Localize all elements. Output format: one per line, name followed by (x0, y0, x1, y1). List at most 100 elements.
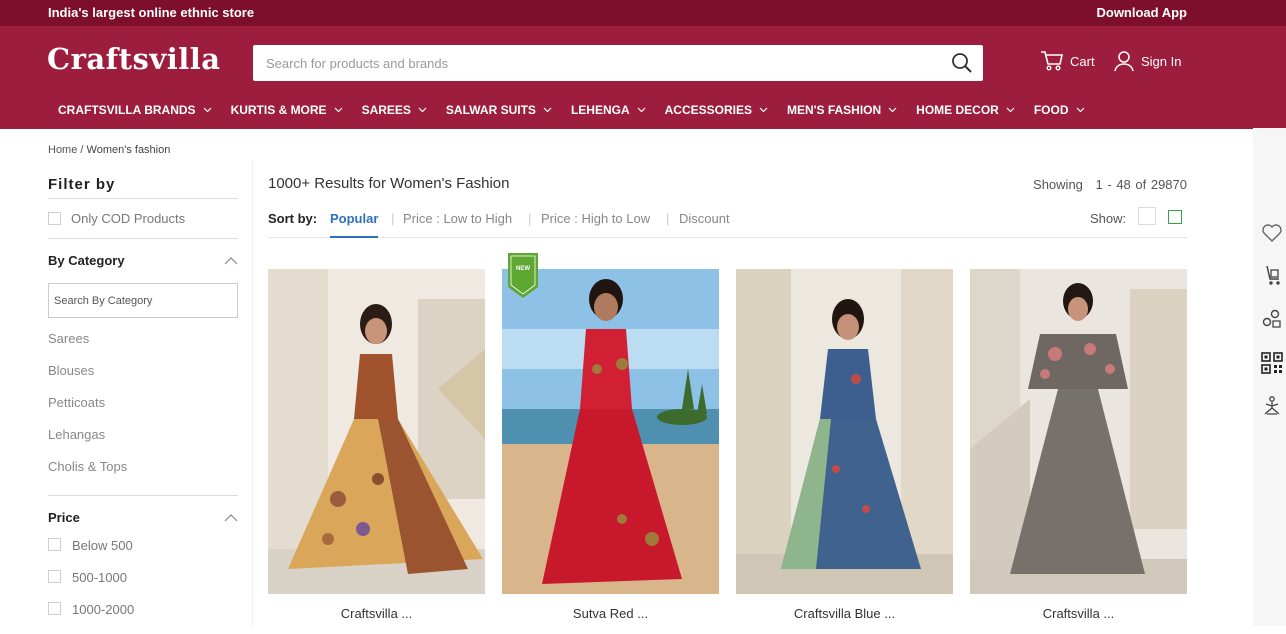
results-count: 1000+ Results for (268, 175, 386, 192)
divider (48, 495, 238, 496)
yoga-icon[interactable] (1261, 395, 1283, 417)
chevron-down-icon (637, 107, 646, 113)
chevron-down-icon (334, 107, 342, 113)
category-item[interactable]: Petticoats (48, 394, 238, 426)
cart-label: Cart (1070, 53, 1095, 69)
heart-icon[interactable] (1261, 222, 1283, 244)
product-image[interactable] (268, 269, 485, 594)
cart-trolley-icon[interactable] (1261, 264, 1283, 286)
nav-home-decor[interactable]: HOME DECOR (916, 103, 1015, 117)
user-icon (1114, 51, 1134, 72)
main-nav: CRAFTSVILLA BRANDS KURTIS & MORE SAREES … (58, 103, 1104, 117)
filter-sidebar: Filter by Only COD Products By Category … (48, 176, 238, 634)
category-search-input[interactable] (48, 283, 238, 318)
product-name[interactable]: Craftsvilla Blue ... (736, 606, 953, 621)
top-bar: India's largest online ethnic store Down… (0, 0, 1286, 26)
product-name[interactable]: Sutva Red ... (502, 606, 719, 621)
breadcrumb-home[interactable]: Home (48, 144, 77, 156)
category-item[interactable]: Lehangas (48, 426, 238, 458)
search-input[interactable] (253, 45, 913, 81)
category-item[interactable]: Blouses (48, 362, 238, 394)
product-name[interactable]: Craftsvilla ... (268, 606, 485, 621)
category-title: By Category (48, 253, 125, 268)
price-checkbox[interactable] (48, 602, 61, 615)
grid-view-large-toggle[interactable] (1138, 207, 1156, 225)
sort-separator: | (528, 211, 532, 226)
nav-sarees[interactable]: SAREES (362, 103, 427, 117)
sort-label: Sort by: (268, 211, 318, 226)
category-item[interactable]: Sarees (48, 330, 238, 362)
download-app-link[interactable]: Download App (1096, 5, 1187, 20)
logo[interactable]: Craftsvilla (47, 42, 221, 76)
cart-button[interactable]: Cart (1040, 50, 1095, 72)
price-checkbox[interactable] (48, 538, 61, 551)
product-photo-orange-gown (268, 269, 485, 594)
chevron-down-icon (1006, 107, 1015, 113)
search-bar (253, 45, 983, 81)
sort-bar: Sort by: Popular | Price : Low to High |… (268, 211, 1187, 238)
price-checkbox[interactable] (48, 570, 61, 583)
category-section-header[interactable]: By Category (48, 253, 238, 268)
cod-filter[interactable]: Only COD Products (48, 211, 238, 226)
nav-kurtis-more[interactable]: KURTIS & MORE (231, 103, 343, 117)
cod-checkbox[interactable] (48, 212, 61, 225)
price-title: Price (48, 510, 80, 525)
grid-view-small-toggle[interactable] (1168, 210, 1182, 224)
product-photo-red-gown (502, 269, 719, 594)
nav-lehenga[interactable]: LEHENGA (571, 103, 646, 117)
divider (48, 238, 238, 239)
sort-price-low-high[interactable]: Price : Low to High (403, 211, 512, 226)
nav-food[interactable]: FOOD (1034, 103, 1085, 117)
nav-salwar-suits[interactable]: SALWAR SUITS (446, 103, 552, 117)
price-section-header[interactable]: Price (48, 510, 238, 525)
chevron-up-icon[interactable] (224, 513, 238, 522)
category-list: Sarees Blouses Petticoats Lehangas Choli… (48, 330, 238, 490)
new-badge-label: NEW (516, 266, 530, 272)
nav-mens-fashion[interactable]: MEN'S FASHION (787, 103, 897, 117)
results-query: Women's Fashion (390, 175, 510, 192)
sort-separator: | (666, 211, 670, 226)
sign-in-label: Sign In (1141, 53, 1182, 69)
chevron-down-icon (759, 107, 768, 113)
filter-title: Filter by (48, 176, 116, 193)
price-label: 500-1000 (72, 570, 127, 585)
product-image[interactable] (970, 269, 1187, 594)
price-label: Below 500 (72, 538, 133, 553)
product-image[interactable] (736, 269, 953, 594)
search-icon[interactable] (951, 52, 973, 74)
price-filter[interactable]: 500-1000 (48, 570, 238, 602)
product-photo-blue-gown (736, 269, 953, 594)
showing-range: Showing 1 - 48 of 29870 (1033, 177, 1187, 192)
product-image[interactable] (502, 269, 719, 594)
chevron-down-icon (1076, 107, 1084, 113)
results-heading: 1000+ Results for Women's Fashion (268, 175, 509, 192)
sidebar-divider (252, 160, 253, 626)
category-item[interactable]: Cholis & Tops (48, 458, 238, 490)
account-share-icon[interactable] (1261, 308, 1283, 330)
nav-accessories[interactable]: ACCESSORIES (665, 103, 768, 117)
cart-icon (1041, 51, 1063, 71)
new-badge: NEW (508, 253, 538, 298)
right-rail (1253, 128, 1286, 626)
product-name[interactable]: Craftsvilla ... (970, 606, 1187, 621)
sort-price-high-low[interactable]: Price : High to Low (541, 211, 650, 226)
sort-discount[interactable]: Discount (679, 211, 730, 226)
sort-popular[interactable]: Popular (330, 211, 379, 238)
divider (48, 198, 238, 199)
show-label: Show: (1090, 211, 1127, 226)
breadcrumb-separator: / (80, 144, 84, 156)
price-filter[interactable]: Below 500 (48, 538, 238, 570)
chevron-up-icon[interactable] (224, 256, 238, 265)
price-label: 1000-2000 (72, 602, 135, 617)
cod-label: Only COD Products (71, 211, 186, 226)
chevron-down-icon (418, 107, 427, 113)
breadcrumb-current: Women's fashion (86, 144, 171, 156)
sign-in-button[interactable]: Sign In (1113, 50, 1181, 72)
qr-code-icon[interactable] (1261, 352, 1283, 374)
breadcrumb: Home / Women's fashion (48, 144, 170, 156)
nav-craftsvilla-brands[interactable]: CRAFTSVILLA BRANDS (58, 103, 212, 117)
sort-separator: | (391, 211, 395, 226)
chevron-down-icon (543, 107, 552, 113)
product-photo-grey-gown (970, 269, 1187, 594)
price-filter[interactable]: 1000-2000 (48, 602, 238, 634)
